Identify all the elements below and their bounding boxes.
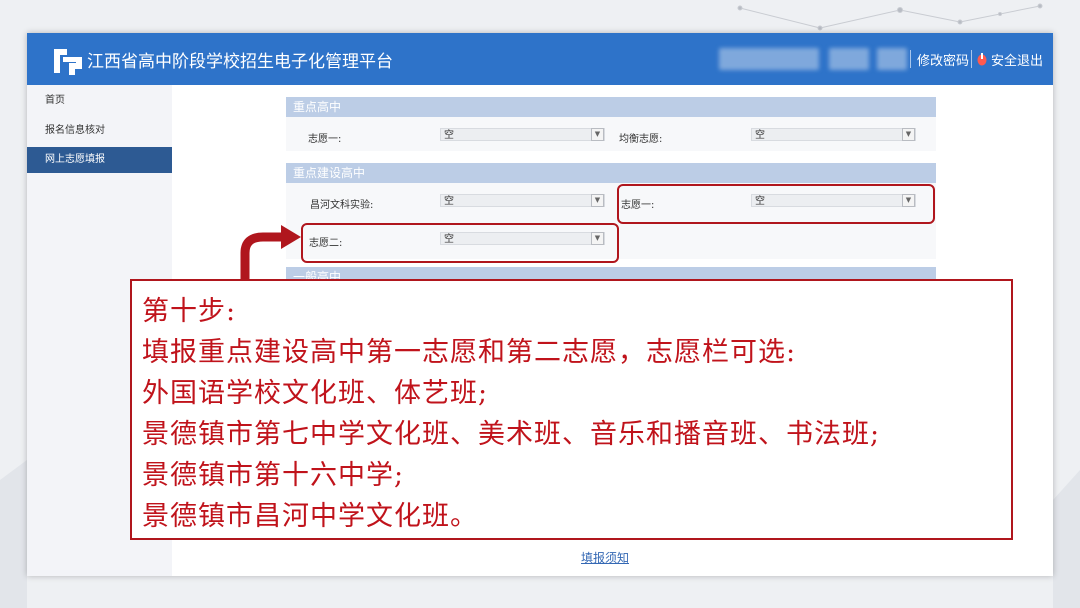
header-divider (971, 50, 972, 68)
sidebar-item-info-check[interactable]: 报名信息核对 (27, 118, 172, 144)
callout-line: 景德镇市第十六中学; (142, 460, 405, 491)
platform-logo-icon (54, 49, 82, 75)
balance-choice-label: 均衡志愿: (619, 134, 663, 145)
balance-choice-select-value: 空 (755, 130, 765, 141)
instruction-callout: 第十步: 填报重点建设高中第一志愿和第二志愿，志愿栏可选: 外国语学校文化班、体… (130, 279, 1013, 540)
changhe-experiment-select[interactable]: 空 ▼ (440, 194, 605, 207)
blurred-user-info (719, 48, 819, 70)
curved-arrow-icon (240, 225, 301, 283)
changhe-experiment-select-value: 空 (444, 196, 454, 207)
callout-line: 外国语学校文化班、体艺班; (142, 378, 489, 409)
sidebar-item-online-application[interactable]: 网上志愿填报 (27, 147, 172, 173)
callout-line: 第十步: (142, 296, 237, 327)
highlight-choice1 (617, 184, 935, 224)
section-header-key-build-high-school: 重点建设高中 (286, 163, 936, 183)
top-header: 江西省高中阶段学校招生电子化管理平台 修改密码 安全退出 (27, 33, 1053, 85)
blurred-user-info (829, 48, 869, 70)
choice1-select[interactable]: 空 ▼ (440, 128, 605, 141)
changhe-experiment-label: 昌河文科实验: (310, 200, 374, 211)
logout-link[interactable]: 安全退出 (991, 50, 1043, 69)
callout-line: 填报重点建设高中第一志愿和第二志愿，志愿栏可选: (142, 337, 797, 368)
highlight-choice2 (301, 223, 619, 263)
header-divider (910, 50, 911, 68)
sidebar-item-home[interactable]: 首页 (27, 88, 172, 114)
fill-instructions-link[interactable]: 填报须知 (581, 549, 629, 566)
logout-icon[interactable] (977, 52, 987, 66)
app-title: 江西省高中阶段学校招生电子化管理平台 (87, 52, 393, 72)
choice1-label: 志愿一: (308, 134, 342, 145)
chevron-down-icon: ▼ (591, 128, 604, 141)
callout-line: 景德镇市第七中学文化班、美术班、音乐和播音班、书法班; (142, 419, 881, 450)
balance-choice-select[interactable]: 空 ▼ (751, 128, 916, 141)
change-password-link[interactable]: 修改密码 (917, 50, 969, 69)
callout-line: 景德镇市昌河中学文化班。 (142, 501, 478, 532)
chevron-down-icon: ▼ (902, 128, 915, 141)
section-header-key-high-school: 重点高中 (286, 97, 936, 117)
blurred-user-info (877, 48, 907, 70)
chevron-down-icon: ▼ (591, 194, 604, 207)
choice1-select-value: 空 (444, 130, 454, 141)
